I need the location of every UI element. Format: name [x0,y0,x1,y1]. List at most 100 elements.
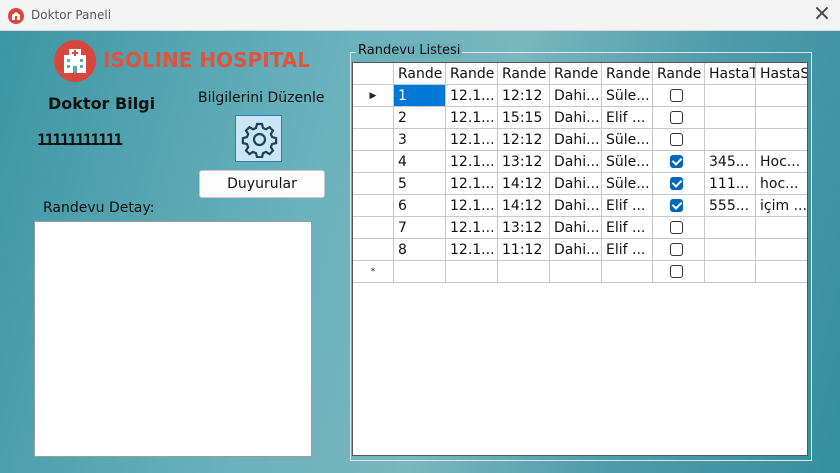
grid-cell[interactable]: 111... [705,173,756,195]
column-header[interactable]: Rande [498,63,550,85]
column-header[interactable]: HastaS [756,63,807,85]
grid-cell[interactable]: 12.1... [446,151,498,173]
grid-cell[interactable]: 11:12 [498,239,550,261]
grid-cell[interactable]: 12.1... [446,239,498,261]
grid-cell[interactable]: 8 [394,239,446,261]
grid-cell[interactable]: Dahi... [550,239,602,261]
grid-cell[interactable]: Dahi... [550,195,602,217]
grid-cell[interactable]: Elif ... [602,195,653,217]
grid-cell[interactable]: 15:15 [498,107,550,129]
checkbox[interactable] [670,132,683,146]
grid-cell[interactable] [705,107,756,129]
row-header[interactable] [353,129,394,151]
grid-cell[interactable] [705,239,756,261]
new-row[interactable]: * [353,261,807,283]
grid-cell[interactable]: 12.1... [446,173,498,195]
grid-cell[interactable]: 2 [394,107,446,129]
table-row[interactable]: 6 12.1... 14:12 Dahi... Elif ... 555... içim .… [353,195,807,217]
grid-cell[interactable] [446,261,498,283]
checkbox[interactable] [670,154,683,168]
grid-checkbox-cell[interactable] [653,85,705,107]
checkbox[interactable] [670,88,683,102]
grid-cell[interactable] [756,107,807,129]
checkbox[interactable] [670,264,683,278]
row-header[interactable] [353,173,394,195]
grid-cell[interactable] [498,261,550,283]
grid-cell[interactable]: 13:12 [498,151,550,173]
table-row[interactable]: ▶ 1 12.1... 12:12 Dahi... Süle... [353,85,807,107]
row-header[interactable]: ▶ [353,85,394,107]
column-header[interactable]: Rande [550,63,602,85]
column-header[interactable]: Rande [653,63,705,85]
grid-checkbox-cell[interactable] [653,239,705,261]
grid-cell[interactable]: hoc... [756,173,807,195]
grid-cell[interactable] [756,217,807,239]
grid-cell[interactable]: 12.1... [446,107,498,129]
table-row[interactable]: 3 12.1... 12:12 Dahi... Süle... [353,129,807,151]
grid-cell[interactable]: 4 [394,151,446,173]
grid-cell[interactable] [705,217,756,239]
grid-cell[interactable]: Dahi... [550,129,602,151]
grid-cell[interactable] [756,239,807,261]
edit-info-button[interactable] [235,115,282,162]
table-row[interactable]: 4 12.1... 13:12 Dahi... Süle... 345... Hoc... [353,151,807,173]
row-header[interactable] [353,239,394,261]
grid-cell[interactable] [756,85,807,107]
column-header[interactable]: HastaT [705,63,756,85]
grid-cell[interactable]: Dahi... [550,151,602,173]
grid-cell[interactable]: 12.1... [446,129,498,151]
column-header[interactable]: Rande [394,63,446,85]
grid-checkbox-cell[interactable] [653,129,705,151]
grid-cell[interactable]: Süle... [602,129,653,151]
grid-cell[interactable] [602,261,653,283]
grid-cell[interactable]: Elif ... [602,107,653,129]
table-row[interactable]: 5 12.1... 14:12 Dahi... Süle... 111... hoc... [353,173,807,195]
grid-cell[interactable]: 5 [394,173,446,195]
grid-cell[interactable] [756,261,807,283]
announcements-button[interactable]: Duyurular [199,170,325,198]
grid-cell[interactable] [705,261,756,283]
column-header[interactable]: Rande [602,63,653,85]
grid-cell[interactable]: Süle... [602,151,653,173]
grid-checkbox-cell[interactable] [653,173,705,195]
grid-cell[interactable]: 1 [394,85,446,107]
appointment-detail-box[interactable] [34,221,312,457]
grid-cell[interactable]: 345... [705,151,756,173]
grid-cell[interactable]: 555... [705,195,756,217]
grid-cell[interactable]: Elif ... [602,217,653,239]
grid-cell[interactable]: 12.1... [446,195,498,217]
checkbox[interactable] [670,198,683,212]
checkbox[interactable] [670,110,683,124]
column-header[interactable]: Rande [446,63,498,85]
grid-cell[interactable]: içim ... [756,195,807,217]
grid-cell[interactable] [705,85,756,107]
close-button[interactable]: × [808,3,836,26]
table-row[interactable]: 8 12.1... 11:12 Dahi... Elif ... [353,239,807,261]
grid-cell[interactable]: Süle... [602,85,653,107]
grid-cell[interactable] [756,129,807,151]
grid-cell[interactable]: Elif ... [602,239,653,261]
grid-cell[interactable]: Dahi... [550,217,602,239]
grid-checkbox-cell[interactable] [653,217,705,239]
checkbox[interactable] [670,242,683,256]
row-header[interactable] [353,151,394,173]
grid-cell[interactable]: 3 [394,129,446,151]
checkbox[interactable] [670,220,683,234]
grid-cell[interactable]: 7 [394,217,446,239]
grid-cell[interactable]: 13:12 [498,217,550,239]
grid-cell[interactable]: 12.1... [446,85,498,107]
grid-cell[interactable]: Dahi... [550,107,602,129]
table-row[interactable]: 2 12.1... 15:15 Dahi... Elif ... [353,107,807,129]
grid-cell[interactable]: Dahi... [550,173,602,195]
row-header[interactable] [353,107,394,129]
grid-cell[interactable]: Hoc... [756,151,807,173]
grid-cell[interactable]: Süle... [602,173,653,195]
grid-checkbox-cell[interactable] [653,261,705,283]
row-header[interactable] [353,195,394,217]
grid-cell[interactable] [705,129,756,151]
grid-cell[interactable] [550,261,602,283]
row-header[interactable] [353,217,394,239]
grid-cell[interactable]: 14:12 [498,173,550,195]
grid-checkbox-cell[interactable] [653,151,705,173]
grid-cell[interactable]: 12.1... [446,217,498,239]
